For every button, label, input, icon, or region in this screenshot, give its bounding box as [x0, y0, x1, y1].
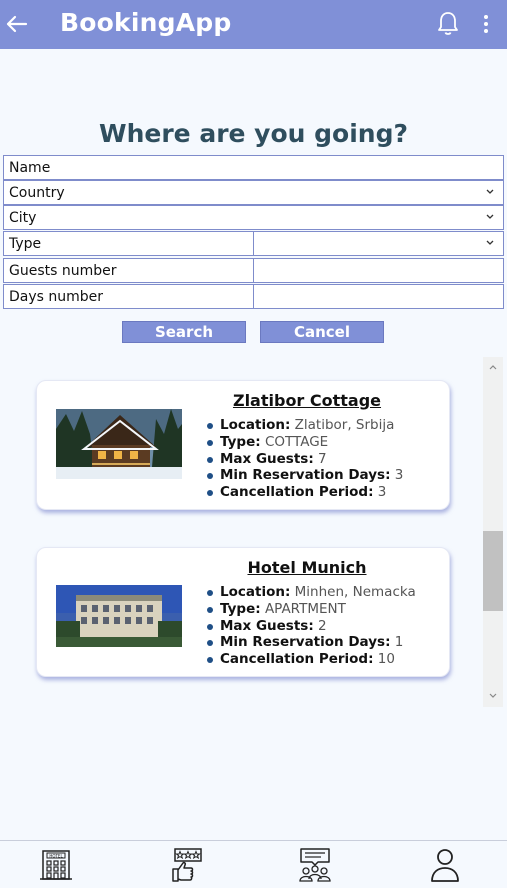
bottom-navigation: HOTEL: [0, 840, 507, 888]
city-label: City: [9, 210, 37, 226]
accommodation-card[interactable]: Zlatibor Cottage Location: Zlatibor, Srb…: [36, 380, 450, 510]
arrow-left-icon[interactable]: [4, 9, 30, 39]
chevron-down-icon: [486, 214, 494, 219]
cancellation-line: Cancellation Period: 3: [207, 484, 403, 501]
hotel-building-photo: [56, 585, 182, 647]
city-select[interactable]: City: [3, 205, 504, 230]
guests-label: Guests number: [9, 263, 117, 279]
type-label-cell: Type: [3, 231, 254, 256]
bell-icon[interactable]: [436, 10, 460, 38]
guests-label-cell: Guests number: [3, 258, 254, 283]
days-label: Days number: [9, 289, 104, 305]
svg-text:HOTEL: HOTEL: [49, 853, 63, 858]
type-label: Type: [9, 236, 42, 252]
page-title: Where are you going?: [99, 119, 408, 148]
type-line: Type: COTTAGE: [207, 434, 403, 451]
card-title[interactable]: Hotel Munich: [207, 558, 407, 577]
cancel-button[interactable]: Cancel: [260, 321, 384, 343]
chevron-up-icon[interactable]: [488, 361, 498, 373]
app-bar: BookingApp: [0, 0, 507, 49]
search-button[interactable]: Search: [122, 321, 246, 343]
hotel-icon[interactable]: HOTEL: [39, 847, 73, 883]
days-input[interactable]: [253, 284, 504, 309]
snowy-cottage-photo: [56, 409, 182, 479]
max-guests-line: Max Guests: 2: [207, 618, 416, 635]
rating-hand-icon[interactable]: [169, 847, 203, 883]
card-details: Location: Zlatibor, Srbija Type: COTTAGE…: [207, 417, 403, 501]
list-scrollbar[interactable]: [483, 357, 503, 707]
cancellation-line: Cancellation Period: 10: [207, 651, 416, 668]
name-label: Name: [9, 160, 51, 176]
chevron-down-icon: [486, 240, 494, 245]
type-line: Type: APARTMENT: [207, 601, 416, 618]
chevron-down-icon[interactable]: [488, 690, 498, 702]
location-line: Location: Minhen, Nemacka: [207, 584, 416, 601]
type-select[interactable]: [253, 231, 504, 256]
location-line: Location: Zlatibor, Srbija: [207, 417, 403, 434]
card-details: Location: Minhen, Nemacka Type: APARTMEN…: [207, 584, 416, 668]
user-profile-icon[interactable]: [428, 847, 462, 883]
results-list[interactable]: Zlatibor Cottage Location: Zlatibor, Srb…: [0, 357, 507, 707]
reviews-people-icon[interactable]: [298, 847, 332, 883]
min-days-line: Min Reservation Days: 3: [207, 467, 403, 484]
country-label: Country: [9, 185, 65, 201]
accommodation-card[interactable]: Hotel Munich Location: Minhen, Nemacka T…: [36, 547, 450, 677]
name-field[interactable]: Name: [3, 155, 504, 180]
country-select[interactable]: Country: [3, 180, 504, 205]
chevron-down-icon: [486, 189, 494, 194]
more-vertical-icon[interactable]: [476, 12, 496, 36]
card-title[interactable]: Zlatibor Cottage: [207, 391, 407, 410]
days-label-cell: Days number: [3, 284, 254, 309]
app-title: BookingApp: [60, 8, 232, 37]
guests-input[interactable]: [253, 258, 504, 283]
max-guests-line: Max Guests: 7: [207, 451, 403, 468]
min-days-line: Min Reservation Days: 1: [207, 634, 416, 651]
scroll-thumb[interactable]: [483, 531, 503, 611]
